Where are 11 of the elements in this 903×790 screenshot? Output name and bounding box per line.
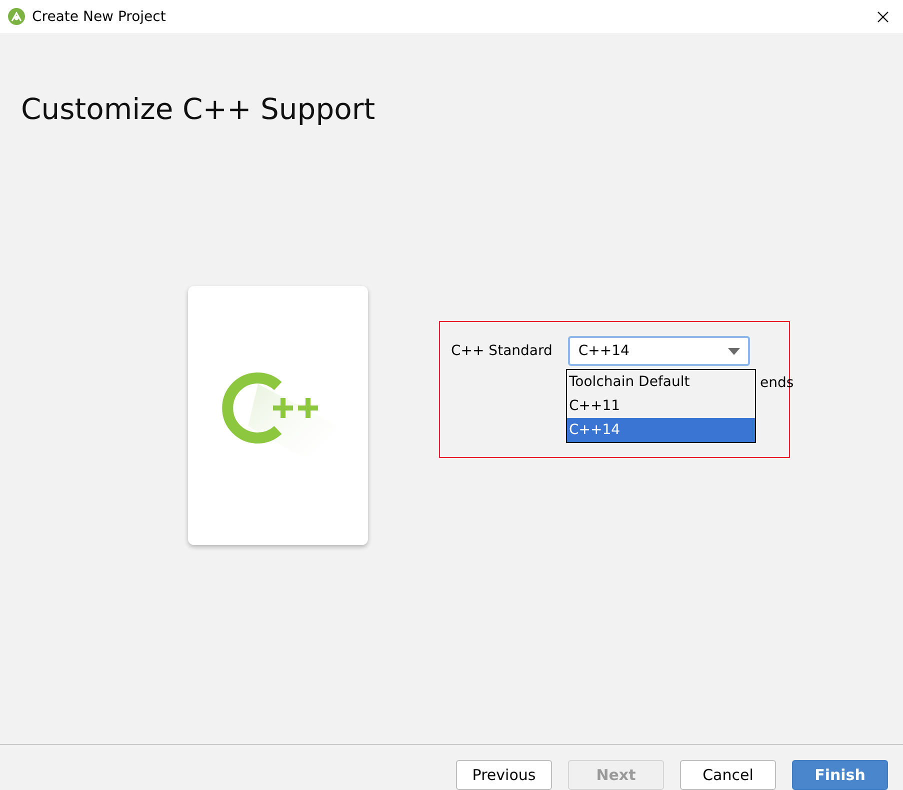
- android-logo-icon: [8, 8, 25, 25]
- dropdown-option[interactable]: C++14: [567, 418, 755, 442]
- page-heading: Customize C++ Support: [20, 91, 376, 128]
- dialog-button[interactable]: Finish: [792, 760, 888, 790]
- cpp-standard-label: C++ Standard: [451, 343, 552, 359]
- dialog-button[interactable]: Previous: [456, 760, 552, 790]
- caret-icon: [728, 348, 740, 354]
- dialog-button[interactable]: Cancel: [680, 760, 776, 790]
- window-title: Create New Project: [32, 8, 167, 24]
- cpp-standard-dropdown[interactable]: C++14: [568, 336, 750, 366]
- close-icon[interactable]: [877, 10, 889, 22]
